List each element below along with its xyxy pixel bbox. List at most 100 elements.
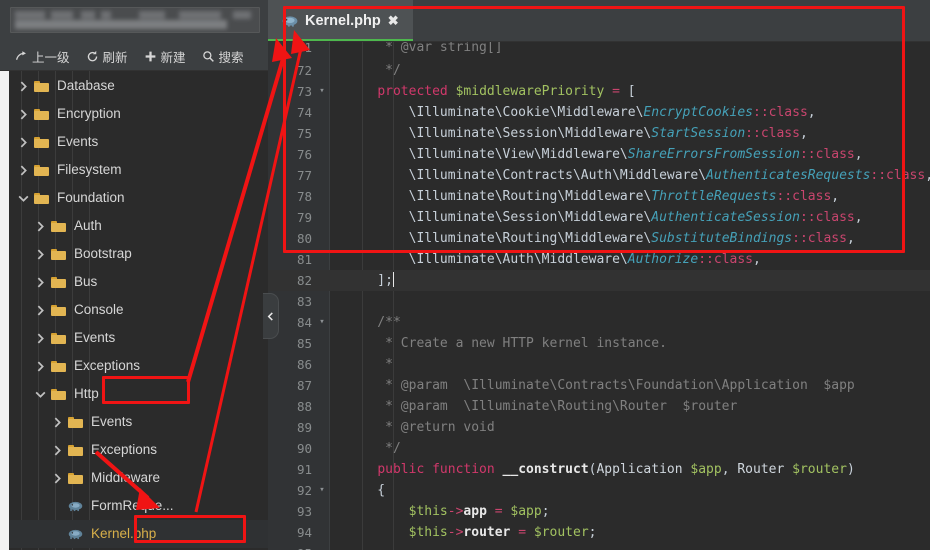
code-lines[interactable]: 71 * @var string[] 72 */73 ▾ protected $mi…	[268, 42, 930, 550]
tree-item-foundation[interactable]: Foundation	[9, 184, 268, 212]
code-line[interactable]: 87 * @param \Illuminate\Contracts\Founda…	[268, 375, 930, 396]
code-text: /**	[346, 315, 401, 330]
panel-collapse-handle[interactable]	[263, 293, 279, 339]
code-line[interactable]: 76 \Illuminate\View\Middleware\ShareErro…	[268, 144, 930, 165]
chevron-left-icon	[267, 311, 273, 321]
chevron-right-icon	[37, 333, 44, 343]
folder-icon	[51, 248, 66, 260]
tree-item-bootstrap[interactable]: Bootstrap	[9, 240, 268, 268]
fold-marker[interactable]	[314, 42, 330, 60]
code-line[interactable]: 78 \Illuminate\Routing\Middleware\Thrott…	[268, 186, 930, 207]
fold-marker[interactable]	[314, 291, 330, 312]
code-text: protected $middlewarePriority = [	[377, 84, 636, 99]
toolbar-button-refresh[interactable]: 刷新	[79, 45, 135, 68]
folder-icon	[34, 108, 49, 120]
editor-tab-bar: Kernel.php ✖	[268, 0, 930, 42]
code-line[interactable]: 72 */	[268, 60, 930, 81]
tree-item-encryption[interactable]: Encryption	[9, 100, 268, 128]
tree-item-formreque[interactable]: FormReque...	[9, 492, 268, 520]
code-text: $this->app = $app;	[408, 504, 550, 519]
fold-marker[interactable]	[314, 207, 330, 228]
fold-marker[interactable]	[314, 123, 330, 144]
fold-marker[interactable]	[314, 333, 330, 354]
chevron-right-icon	[54, 417, 61, 427]
code-line[interactable]: 83	[268, 291, 930, 312]
fold-marker[interactable]	[314, 417, 330, 438]
fold-marker[interactable]	[314, 186, 330, 207]
address-bar-input[interactable]	[10, 7, 260, 33]
code-line[interactable]: 95	[268, 543, 930, 550]
fold-marker[interactable]	[314, 270, 330, 291]
editor-tab-kernel-php[interactable]: Kernel.php ✖	[268, 0, 413, 41]
code-line[interactable]: 89 * @return void	[268, 417, 930, 438]
code-line[interactable]: 71 * @var string[]	[268, 42, 930, 60]
code-line[interactable]: 82 ];	[268, 270, 930, 291]
php-elephant-icon	[282, 15, 298, 27]
code-line[interactable]: 91 public function __construct(Applicati…	[268, 459, 930, 480]
tree-item-filesystem[interactable]: Filesystem	[9, 156, 268, 184]
fold-marker[interactable]	[314, 543, 330, 550]
address-bar-container	[0, 0, 268, 42]
tree-item-http[interactable]: Http	[9, 380, 268, 408]
tree-item-database[interactable]: Database	[9, 72, 268, 100]
fold-marker[interactable]: ▾	[314, 480, 330, 501]
code-text: {	[346, 483, 386, 498]
code-line[interactable]: 74 \Illuminate\Cookie\Middleware\Encrypt…	[268, 102, 930, 123]
tree-item-label: FormReque...	[91, 498, 174, 514]
toolbar-button-up-level[interactable]: 上一级	[8, 45, 77, 68]
code-line[interactable]: 93 $this->app = $app;	[268, 501, 930, 522]
fold-marker[interactable]: ▾	[314, 312, 330, 333]
tree-item-exceptions[interactable]: Exceptions	[9, 352, 268, 380]
code-line[interactable]: 77 \Illuminate\Contracts\Auth\Middleware…	[268, 165, 930, 186]
line-number: 73	[296, 84, 312, 99]
code-text: \Illuminate\Contracts\Auth\Middleware\Au…	[346, 168, 930, 183]
fold-marker[interactable]	[314, 354, 330, 375]
toolbar-button-new[interactable]: 新建	[137, 45, 193, 68]
file-tree-container[interactable]: Database Encryption Events Filesystem Founda…	[0, 71, 268, 550]
code-line[interactable]: 88 * @param \Illuminate\Routing\Router $…	[268, 396, 930, 417]
code-line[interactable]: 75 \Illuminate\Session\Middleware\StartS…	[268, 123, 930, 144]
fold-marker[interactable]	[314, 102, 330, 123]
code-line[interactable]: 79 \Illuminate\Session\Middleware\Authen…	[268, 207, 930, 228]
fold-marker[interactable]	[314, 60, 330, 81]
tree-item-kernel-php[interactable]: Kernel.php	[9, 520, 268, 548]
tree-item-events[interactable]: Events	[9, 324, 268, 352]
code-text: */	[346, 441, 401, 456]
code-line[interactable]: 90 */	[268, 438, 930, 459]
tree-item-bus[interactable]: Bus	[9, 268, 268, 296]
fold-marker[interactable]	[314, 522, 330, 543]
code-line[interactable]: 94 $this->router = $router;	[268, 522, 930, 543]
tree-item-console[interactable]: Console	[9, 296, 268, 324]
code-text: $this->router = $router;	[408, 525, 597, 540]
line-number: 91	[296, 462, 312, 477]
fold-marker[interactable]	[314, 375, 330, 396]
fold-marker[interactable]	[314, 438, 330, 459]
fold-marker[interactable]	[314, 165, 330, 186]
code-line[interactable]: 92 ▾ {	[268, 480, 930, 501]
tree-item-events[interactable]: Events	[9, 408, 268, 436]
code-line[interactable]: 85 * Create a new HTTP kernel instance.	[268, 333, 930, 354]
fold-marker[interactable]	[314, 249, 330, 270]
tree-item-middleware[interactable]: Middleware	[9, 464, 268, 492]
code-line[interactable]: 84 ▾ /**	[268, 312, 930, 333]
file-tree[interactable]: Database Encryption Events Filesystem Founda…	[9, 71, 268, 548]
toolbar-button-search[interactable]: 搜索	[195, 45, 251, 68]
code-content-area[interactable]: 71 * @var string[] 72 */73 ▾ protected $mi…	[268, 42, 930, 550]
fold-marker[interactable]	[314, 501, 330, 522]
tree-item-label: Http	[74, 386, 99, 402]
tree-item-events[interactable]: Events	[9, 128, 268, 156]
code-line[interactable]: 81 \Illuminate\Auth\Middleware\Authorize…	[268, 249, 930, 270]
fold-marker[interactable]	[314, 459, 330, 480]
code-line[interactable]: 80 \Illuminate\Routing\Middleware\Substi…	[268, 228, 930, 249]
close-icon[interactable]: ✖	[388, 14, 399, 27]
fold-marker[interactable]	[314, 144, 330, 165]
code-text: \Illuminate\View\Middleware\ShareErrorsF…	[346, 147, 863, 162]
fold-marker[interactable]: ▾	[314, 81, 330, 102]
tree-item-auth[interactable]: Auth	[9, 212, 268, 240]
fold-marker[interactable]	[314, 228, 330, 249]
code-line[interactable]: 73 ▾ protected $middlewarePriority = [	[268, 81, 930, 102]
code-line[interactable]: 86 *	[268, 354, 930, 375]
tree-item-label: Exceptions	[74, 358, 141, 374]
tree-item-exceptions[interactable]: Exceptions	[9, 436, 268, 464]
fold-marker[interactable]	[314, 396, 330, 417]
